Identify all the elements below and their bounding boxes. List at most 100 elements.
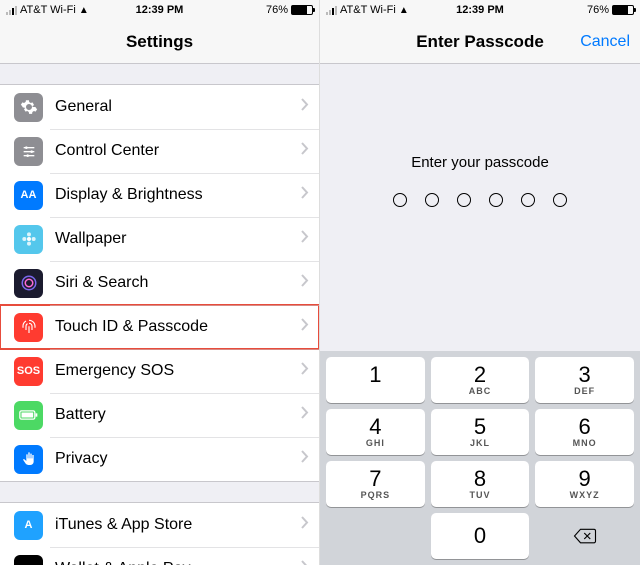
cancel-button[interactable]: Cancel (580, 33, 630, 51)
page-title: Settings (126, 32, 193, 52)
chevron-right-icon (301, 406, 309, 424)
key-number: 3 (579, 364, 591, 386)
row-label: Siri & Search (55, 274, 301, 292)
key-number: 1 (369, 364, 381, 386)
key-number: 8 (474, 468, 486, 490)
keypad-blank (326, 513, 425, 559)
row-label: General (55, 98, 301, 116)
keypad-key-2[interactable]: 2ABC (431, 357, 530, 403)
key-letters: ABC (469, 386, 492, 396)
keypad-key-7[interactable]: 7PQRS (326, 461, 425, 507)
SOS-icon: SOS (14, 357, 43, 386)
keypad-delete[interactable] (535, 513, 634, 559)
row-label: Wallet & Apple Pay (55, 560, 301, 565)
status-bar: AT&T Wi-Fi ▲ 12:39 PM 76% (320, 0, 640, 20)
row-label: Control Center (55, 142, 301, 160)
row-label: Display & Brightness (55, 186, 301, 204)
chevron-right-icon (301, 274, 309, 292)
AA-icon: AA (14, 181, 43, 210)
siri-icon (14, 269, 43, 298)
chevron-right-icon (301, 516, 309, 534)
sliders-icon (14, 137, 43, 166)
chevron-right-icon (301, 318, 309, 336)
numeric-keypad: 1 2ABC3DEF4GHI5JKL6MNO7PQRS8TUV9WXYZ0 (320, 351, 640, 565)
chevron-right-icon (301, 560, 309, 565)
keypad-key-9[interactable]: 9WXYZ (535, 461, 634, 507)
key-letters: PQRS (361, 490, 391, 500)
settings-row[interactable]: SOS Emergency SOS (0, 349, 319, 393)
page-title: Enter Passcode (416, 32, 544, 52)
battery-icon (291, 5, 313, 15)
row-label: Wallpaper (55, 230, 301, 248)
key-letters: MNO (573, 438, 597, 448)
hand-icon (14, 445, 43, 474)
keypad-key-8[interactable]: 8TUV (431, 461, 530, 507)
wifi-icon: ▲ (79, 5, 89, 16)
passcode-dot (457, 193, 471, 207)
A-icon: A (14, 511, 43, 540)
key-number: 9 (579, 468, 591, 490)
key-letters: GHI (366, 438, 385, 448)
key-number: 4 (369, 416, 381, 438)
settings-row[interactable]: Siri & Search (0, 261, 319, 305)
passcode-screen: AT&T Wi-Fi ▲ 12:39 PM 76% Enter Passcode… (320, 0, 640, 565)
row-label: Battery (55, 406, 301, 424)
passcode-dot (521, 193, 535, 207)
settings-screen: AT&T Wi-Fi ▲ 12:39 PM 76% Settings Gener… (0, 0, 320, 565)
row-label: iTunes & App Store (55, 516, 301, 534)
clock-label: 12:39 PM (456, 4, 504, 16)
key-number: 0 (474, 525, 486, 547)
settings-row[interactable]: Privacy (0, 437, 319, 481)
chevron-right-icon (301, 98, 309, 116)
wallet-icon (14, 555, 43, 565)
battery-pct-label: 76% (587, 4, 609, 16)
row-label: Touch ID & Passcode (55, 318, 301, 336)
gear-icon (14, 93, 43, 122)
row-label: Privacy (55, 450, 301, 468)
key-number: 7 (369, 468, 381, 490)
key-number: 6 (579, 416, 591, 438)
carrier-label: AT&T Wi-Fi (20, 4, 76, 16)
passcode-dots (393, 193, 567, 207)
settings-row[interactable]: Wallpaper (0, 217, 319, 261)
chevron-right-icon (301, 142, 309, 160)
settings-row[interactable]: Wallet & Apple Pay (0, 547, 319, 565)
clock-label: 12:39 PM (136, 4, 184, 16)
keypad-key-1[interactable]: 1 (326, 357, 425, 403)
backspace-icon (573, 527, 597, 545)
row-label: Emergency SOS (55, 362, 301, 380)
passcode-dot (393, 193, 407, 207)
signal-icon (326, 6, 337, 15)
settings-row[interactable]: Touch ID & Passcode (0, 305, 319, 349)
keypad-key-5[interactable]: 5JKL (431, 409, 530, 455)
settings-row[interactable]: AA Display & Brightness (0, 173, 319, 217)
settings-row[interactable]: AiTunes & App Store (0, 503, 319, 547)
key-letters: WXYZ (570, 490, 600, 500)
settings-row[interactable]: Battery (0, 393, 319, 437)
signal-icon (6, 6, 17, 15)
passcode-dot (489, 193, 503, 207)
key-letters: JKL (470, 438, 490, 448)
battery-pct-label: 76% (266, 4, 288, 16)
keypad-key-0[interactable]: 0 (431, 513, 530, 559)
settings-row[interactable]: General (0, 85, 319, 129)
key-letters: TUV (469, 490, 490, 500)
keypad-key-3[interactable]: 3DEF (535, 357, 634, 403)
keypad-key-4[interactable]: 4GHI (326, 409, 425, 455)
passcode-dot (425, 193, 439, 207)
settings-row[interactable]: Control Center (0, 129, 319, 173)
chevron-right-icon (301, 362, 309, 380)
chevron-right-icon (301, 186, 309, 204)
chevron-right-icon (301, 450, 309, 468)
status-bar: AT&T Wi-Fi ▲ 12:39 PM 76% (0, 0, 319, 20)
fingerprint-icon (14, 313, 43, 342)
key-letters: DEF (574, 386, 595, 396)
carrier-label: AT&T Wi-Fi (340, 4, 396, 16)
passcode-prompt: Enter your passcode (411, 154, 549, 171)
battery-icon (612, 5, 634, 15)
wifi-icon: ▲ (399, 5, 409, 16)
keypad-key-6[interactable]: 6MNO (535, 409, 634, 455)
settings-list[interactable]: General Control Center AA Display & Brightn… (0, 64, 319, 565)
chevron-right-icon (301, 230, 309, 248)
flower-icon (14, 225, 43, 254)
